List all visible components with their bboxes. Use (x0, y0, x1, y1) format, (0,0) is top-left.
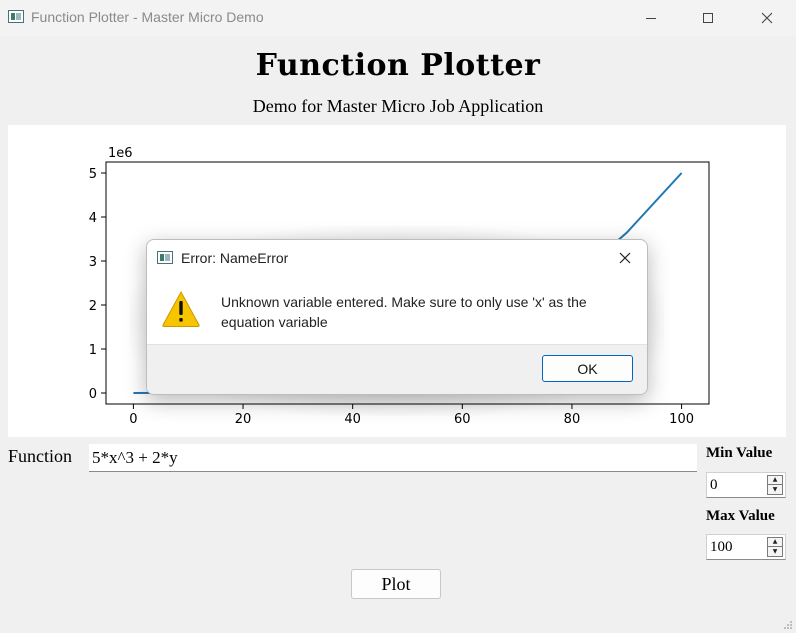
app-window-icon (8, 10, 24, 23)
function-input[interactable] (89, 444, 697, 472)
max-value-stepper[interactable]: ▲ ▼ (767, 537, 783, 557)
min-value-label: Min Value (706, 445, 773, 461)
y-tick-label: 2 (89, 299, 97, 314)
dialog-close-button[interactable] (613, 246, 637, 270)
close-icon (619, 252, 631, 264)
window-title: Function Plotter - Master Micro Demo (31, 9, 264, 25)
resize-grip-icon[interactable] (783, 620, 793, 630)
min-value-stepper[interactable]: ▲ ▼ (767, 475, 783, 495)
maximize-button[interactable] (685, 0, 731, 36)
min-value-spinbox[interactable]: ▲ ▼ (706, 472, 786, 498)
close-icon (761, 12, 773, 24)
minimize-button[interactable] (628, 0, 674, 36)
dialog-title: Error: NameError (181, 250, 289, 266)
app-window-icon (157, 251, 173, 264)
y-offset-label: 1e6 (108, 146, 133, 161)
max-value-spinbox[interactable]: ▲ ▼ (706, 534, 786, 560)
close-window-button[interactable] (744, 0, 790, 36)
spin-up-icon[interactable]: ▲ (767, 537, 783, 547)
page-subtitle: Demo for Master Micro Job Application (252, 96, 544, 116)
max-value-label: Max Value (706, 508, 775, 524)
dialog-message: Unknown variable entered. Make sure to o… (221, 294, 587, 330)
maximize-icon (703, 13, 713, 23)
min-value-input[interactable] (707, 473, 765, 497)
spin-down-icon[interactable]: ▼ (767, 547, 783, 557)
y-tick-label: 3 (89, 255, 97, 270)
spin-up-icon[interactable]: ▲ (767, 475, 783, 485)
plot-button[interactable]: Plot (351, 569, 441, 599)
y-tick-label: 0 (89, 387, 97, 402)
max-value-input[interactable] (707, 535, 765, 559)
y-tick-label: 4 (89, 211, 97, 226)
minimize-icon (646, 17, 656, 19)
x-tick-label: 100 (669, 412, 694, 427)
dialog-footer: OK (147, 344, 647, 394)
y-tick-label: 5 (89, 167, 97, 182)
function-label: Function (8, 446, 73, 466)
error-dialog: Error: NameError Unknown variable entere… (146, 239, 648, 395)
ok-button[interactable]: OK (542, 355, 633, 382)
page-title: Function Plotter (255, 48, 541, 83)
spin-down-icon[interactable]: ▼ (767, 485, 783, 495)
title-bar: Function Plotter - Master Micro Demo (0, 0, 796, 36)
y-tick-label: 1 (89, 343, 97, 358)
warning-icon (162, 290, 200, 327)
